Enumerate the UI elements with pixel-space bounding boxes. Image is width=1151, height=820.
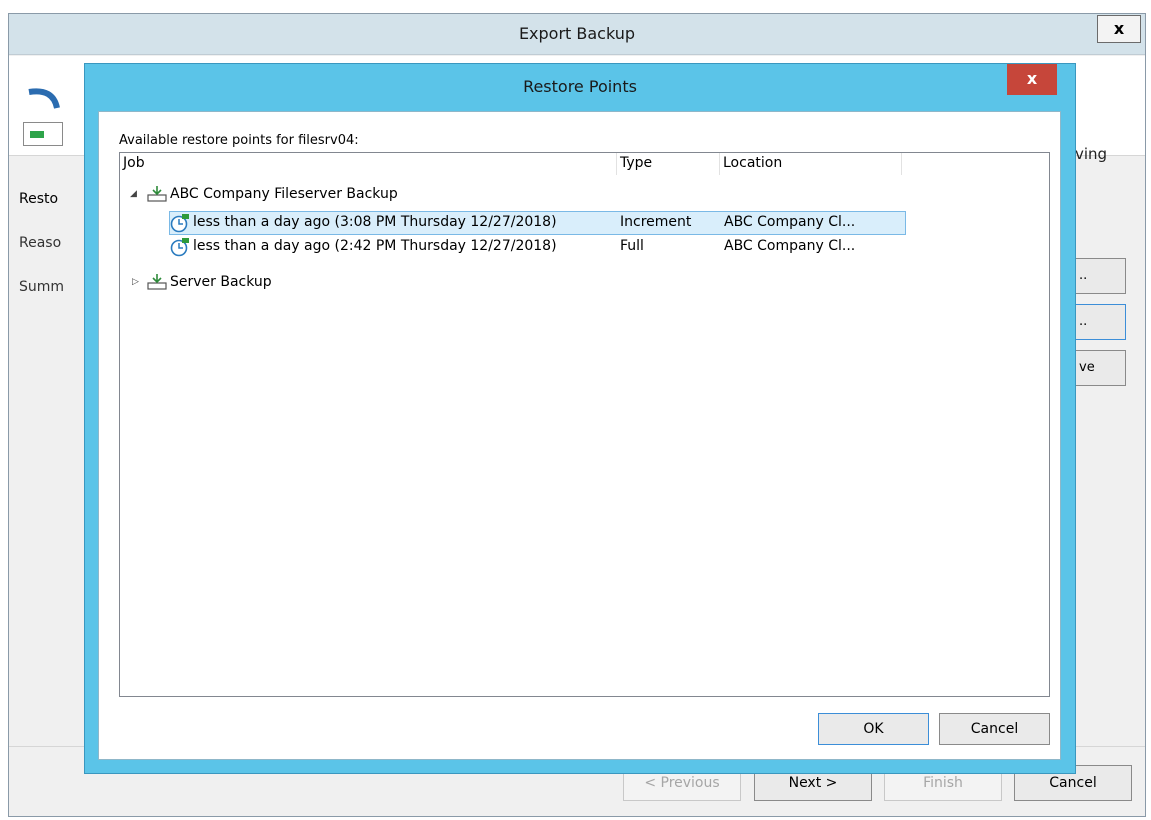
restore-point-label: less than a day ago (3:08 PM Thursday 12… — [193, 214, 557, 230]
restore-point-type: Full — [620, 238, 644, 254]
dialog-title: Restore Points — [523, 77, 637, 96]
expand-arrow-icon[interactable]: ▷ — [132, 277, 139, 287]
wizard-logo-icon — [28, 88, 60, 109]
column-location[interactable]: Location — [720, 153, 902, 175]
side-button-remove[interactable]: ve — [1070, 350, 1126, 386]
step-restore-point[interactable]: Resto — [19, 191, 58, 207]
tree-row-restore-point[interactable]: less than a day ago (2:42 PM Thursday 12… — [120, 235, 1049, 259]
restore-point-location: ABC Company Cl... — [724, 214, 856, 230]
step-reason[interactable]: Reaso — [19, 235, 61, 251]
restore-point-type: Increment — [620, 214, 692, 230]
window-close-button[interactable]: x — [1097, 15, 1141, 43]
column-type[interactable]: Type — [617, 153, 720, 175]
restore-point-clock-icon — [170, 214, 189, 233]
tree-row-job[interactable]: ▷ Server Backup — [120, 271, 1049, 295]
job-label: Server Backup — [170, 274, 272, 290]
tree-row-job[interactable]: ◢ ABC Company Fileserver Backup — [120, 183, 1049, 207]
drive-icon — [23, 122, 63, 146]
restore-point-clock-icon — [170, 238, 189, 257]
available-restore-points-label: Available restore points for filesrv04: — [119, 133, 359, 148]
backup-job-icon — [147, 186, 167, 202]
header-description: ving — [1075, 145, 1108, 163]
column-job[interactable]: Job — [120, 153, 617, 175]
dialog-body: Available restore points for filesrv04: … — [98, 111, 1061, 760]
collapse-arrow-icon[interactable]: ◢ — [130, 189, 137, 199]
tree-row-restore-point[interactable]: less than a day ago (3:08 PM Thursday 12… — [120, 211, 1049, 235]
restore-points-grid[interactable]: Job Type Location ◢ ABC Company Fileserv… — [119, 152, 1050, 697]
ok-button[interactable]: OK — [818, 713, 929, 745]
backup-job-icon — [147, 274, 167, 290]
restore-point-label: less than a day ago (2:42 PM Thursday 12… — [193, 238, 557, 254]
side-button-1[interactable]: .. — [1070, 258, 1126, 294]
dialog-cancel-button[interactable]: Cancel — [939, 713, 1050, 745]
restore-point-location: ABC Company Cl... — [724, 238, 856, 254]
job-label: ABC Company Fileserver Backup — [170, 186, 398, 202]
export-backup-titlebar: Export Backup x — [9, 14, 1145, 55]
restore-points-dialog: Restore Points x Available restore point… — [84, 63, 1076, 774]
grid-header: Job Type Location — [120, 153, 1049, 175]
window-title: Export Backup — [518, 24, 636, 43]
side-button-2[interactable]: .. — [1070, 304, 1126, 340]
step-summary[interactable]: Summ — [19, 279, 64, 295]
dialog-close-button[interactable]: x — [1007, 64, 1057, 95]
